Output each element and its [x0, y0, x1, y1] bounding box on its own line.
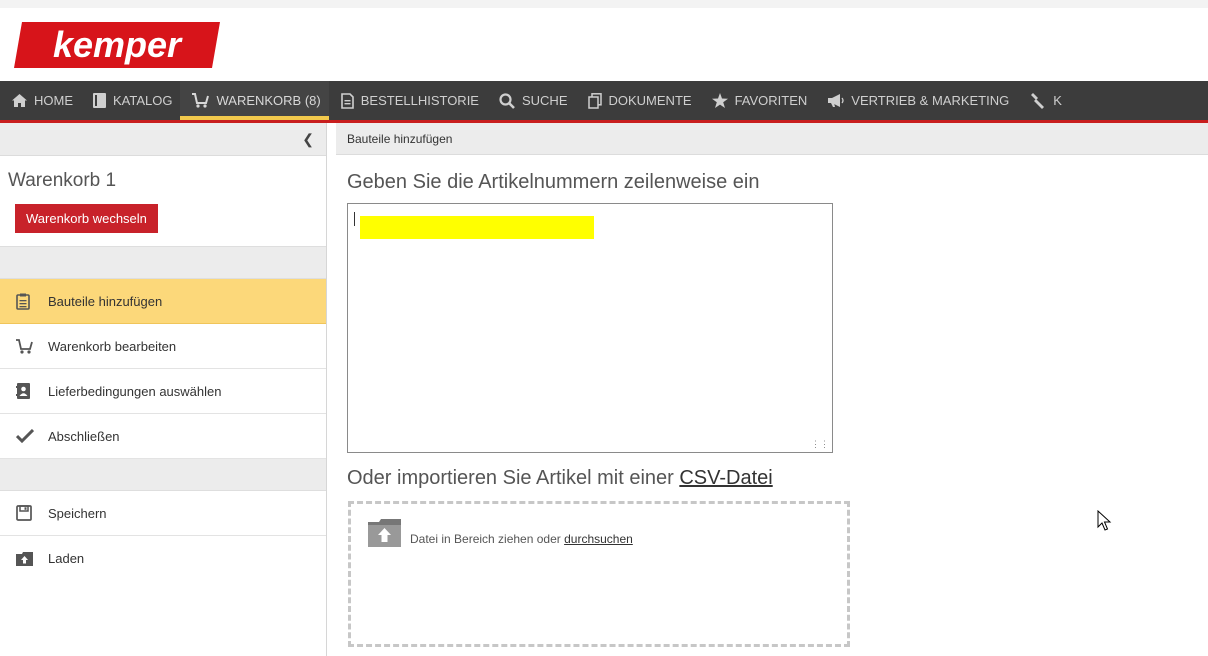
nav-home-label: HOME: [34, 93, 73, 108]
nav-dokumente-label: DOKUMENTE: [608, 93, 692, 108]
nav-bestellhistorie[interactable]: BESTELLHISTORIE: [329, 81, 487, 120]
action-load-label: Laden: [48, 551, 85, 566]
sidebar: ❮ Warenkorb 1 Warenkorb wechseln Bauteil…: [0, 123, 327, 656]
main-navigation: HOME KATALOG WARENKORB (8) BESTELLHISTOR…: [0, 81, 1208, 123]
nav-suche[interactable]: SUCHE: [487, 81, 576, 120]
step-add-parts-label: Bauteile hinzufügen: [48, 293, 163, 309]
sidebar-collapse-bar: ❮: [0, 123, 326, 156]
nav-warenkorb-label: WARENKORB (8): [216, 93, 321, 108]
nav-warenkorb[interactable]: WARENKORB (8): [180, 81, 329, 120]
nav-vertrieb-marketing[interactable]: VERTRIEB & MARKETING: [815, 81, 1017, 120]
csv-file-link[interactable]: CSV-Datei: [679, 467, 772, 489]
step-delivery-terms-label: Lieferbedingungen auswählen: [48, 383, 222, 399]
kemper-logo[interactable]: kemper: [14, 22, 220, 68]
cart-title: Warenkorb 1: [8, 170, 117, 191]
enter-article-heading: Geben Sie die Artikelnummern zeilenweise…: [347, 171, 760, 193]
import-heading-text: Oder importieren Sie Artikel mit einer: [347, 467, 680, 489]
highlighted-text: [360, 216, 594, 239]
nav-suche-label: SUCHE: [521, 93, 568, 108]
step-delivery-terms[interactable]: Lieferbedingungen auswählen: [0, 369, 326, 414]
document-icon: [340, 92, 354, 109]
file-dropzone[interactable]: Datei in Bereich ziehen oder durchsuchen: [348, 501, 850, 647]
breadcrumb-bar: Bauteile hinzufügen: [336, 123, 1208, 155]
dropzone-text: Datei in Bereich ziehen oder durchsuchen: [410, 532, 633, 546]
browse-link[interactable]: durchsuchen: [564, 532, 633, 546]
wrench-icon: [1029, 92, 1046, 109]
action-save[interactable]: Speichern: [0, 491, 326, 536]
nav-vertrieb-marketing-label: VERTRIEB & MARKETING: [851, 93, 1010, 108]
resize-handle-icon[interactable]: ⋮⋮: [811, 439, 829, 450]
sidebar-spacer-2: [0, 459, 326, 491]
step-finish-label: Abschließen: [48, 428, 120, 444]
step-add-parts[interactable]: Bauteile hinzufügen: [0, 279, 326, 324]
step-edit-cart[interactable]: Warenkorb bearbeiten: [0, 324, 326, 369]
search-icon: [499, 92, 515, 109]
check-icon: [16, 429, 40, 443]
step-edit-cart-label: Warenkorb bearbeiten: [48, 338, 177, 354]
nav-truncated-label: K: [1053, 93, 1062, 108]
switch-cart-button[interactable]: Warenkorb wechseln: [15, 204, 158, 233]
nav-truncated-item[interactable]: K: [1017, 81, 1070, 120]
nav-katalog-label: KATALOG: [113, 93, 173, 108]
megaphone-icon: [827, 93, 844, 108]
clipboard-icon: [16, 293, 40, 310]
breadcrumb: Bauteile hinzufügen: [347, 132, 453, 146]
nav-favoriten-label: FAVORITEN: [734, 93, 808, 108]
nav-bestellhistorie-label: BESTELLHISTORIE: [360, 93, 479, 108]
logo-text: kemper: [53, 24, 183, 65]
chevron-left-icon[interactable]: ❮: [302, 131, 314, 148]
book-icon: [93, 93, 106, 108]
nav-home[interactable]: HOME: [0, 81, 81, 120]
cart-icon: [16, 338, 40, 354]
action-save-label: Speichern: [48, 505, 107, 521]
article-numbers-textarea[interactable]: ⋮⋮: [347, 203, 833, 453]
step-finish[interactable]: Abschließen: [0, 414, 326, 459]
nav-favoriten[interactable]: FAVORITEN: [700, 81, 816, 120]
dropzone-instruction: Datei in Bereich ziehen oder: [410, 532, 565, 546]
top-strip: [0, 0, 1208, 8]
nav-dokumente[interactable]: DOKUMENTE: [576, 81, 700, 120]
floppy-disk-icon: [16, 505, 40, 521]
star-icon: [711, 93, 728, 108]
copy-icon: [587, 92, 602, 109]
home-icon: [12, 94, 27, 107]
action-load[interactable]: Laden: [0, 536, 326, 581]
sidebar-spacer: [0, 246, 326, 279]
contact-book-icon: [16, 383, 40, 399]
nav-katalog[interactable]: KATALOG: [81, 81, 180, 120]
cart-icon: [192, 93, 210, 108]
folder-upload-icon: [16, 551, 40, 566]
import-heading: Oder importieren Sie Artikel mit einer C…: [347, 467, 773, 490]
folder-upload-icon: [368, 519, 401, 547]
mouse-cursor-icon: [1097, 510, 1112, 531]
text-caret: [354, 212, 355, 226]
